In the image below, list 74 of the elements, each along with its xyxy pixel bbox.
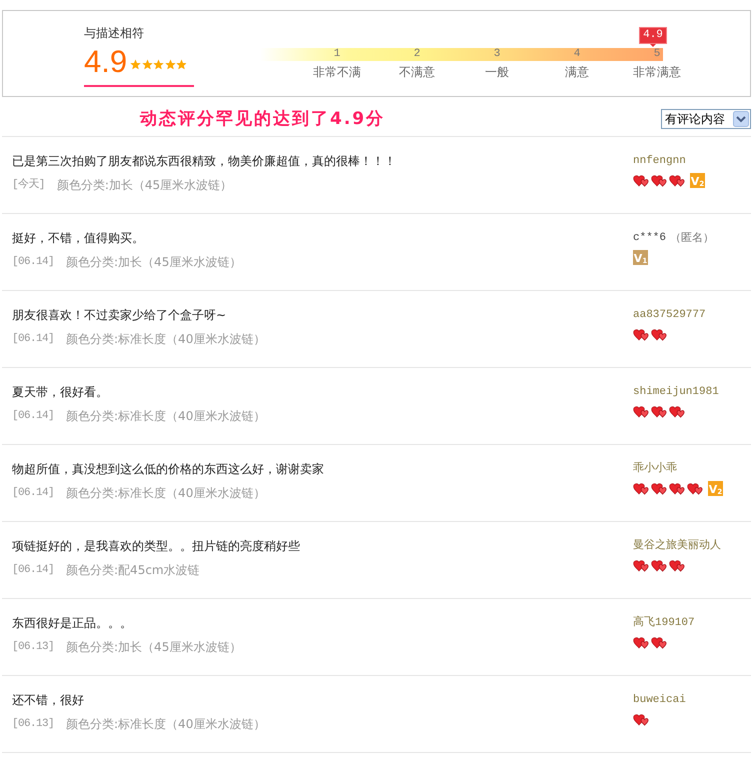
double-heart-icon <box>669 482 685 495</box>
scale-tick: 2 <box>412 48 422 61</box>
review-text: 项链挺好的，是我喜欢的类型。。扭片链的亮度稍好些 <box>12 539 301 553</box>
review-date: [06.14] <box>12 255 54 269</box>
star-icon <box>130 58 142 70</box>
review-text: 东西很好是正品。。。 <box>12 616 133 630</box>
double-heart-icon <box>633 328 649 341</box>
reviewer-name[interactable]: aa837529777 <box>633 309 706 321</box>
double-heart-icon <box>669 174 685 187</box>
double-heart-icon <box>651 482 667 495</box>
scale-label: 满意 <box>564 64 590 80</box>
double-heart-icon <box>633 482 649 495</box>
vip-badge: V$_{2}$ <box>708 481 723 496</box>
review-variant: 颜色分类:加长（45厘米水波链） <box>66 640 242 654</box>
scale-label: 非常不满 <box>312 64 362 80</box>
review-variant: 颜色分类:标准长度（40厘米水波链） <box>66 409 266 423</box>
review-text: 挺好，不错，值得购买。 <box>12 231 145 245</box>
reviewer-name[interactable]: 高飞199107 <box>633 617 695 629</box>
headline-text: 动态评分罕见的达到了4.9分 <box>140 109 386 129</box>
double-heart-icon <box>669 405 685 418</box>
reviewer-name: c***6 <box>633 232 666 244</box>
reviewer-name[interactable]: buweicai <box>633 694 686 706</box>
review-text: 物超所值，真没想到这么低的价格的东西这么好，谢谢卖家 <box>12 462 325 476</box>
reviewer-name[interactable]: 乖小小乖 <box>633 463 677 475</box>
review-variant: 颜色分类:加长（45厘米水波链） <box>56 178 232 192</box>
star-icon <box>142 58 153 70</box>
double-heart-icon <box>651 559 667 572</box>
filter-dropdown[interactable]: 有评论内容 <box>661 109 751 129</box>
double-heart-icon <box>633 559 649 572</box>
review-variant: 颜色分类:标准长度（40厘米水波链） <box>66 486 266 500</box>
review-text: 已是第三次拍购了朋友都说东西很精致，物美价廉超值，真的很棒！！！ <box>12 154 397 168</box>
scale-tick: 3 <box>492 48 502 61</box>
scale-tick: 5 <box>652 48 662 61</box>
review-date: [06.13] <box>12 640 54 654</box>
review-text: 夏天带，很好看。 <box>12 385 109 399</box>
review-variant: 颜色分类:标准长度（40厘米水波链） <box>66 717 266 731</box>
review-date: [06.14] <box>12 409 54 423</box>
reviewer-name[interactable]: shimeijun1981 <box>633 386 719 398</box>
rating-label: 与描述相符 <box>84 25 145 41</box>
anonymous-note: （匿名） <box>670 232 714 244</box>
rating-score: 4.9 <box>84 47 128 77</box>
double-heart-icon <box>633 636 649 649</box>
vip-badge: V$_{2}$ <box>690 173 705 188</box>
star-icon <box>153 58 164 70</box>
double-heart-icon <box>651 328 667 341</box>
double-heart-icon <box>651 405 667 418</box>
scale-label: 非常满意 <box>632 64 682 80</box>
review-date: [06.14] <box>12 486 54 500</box>
caret-icon <box>733 111 749 127</box>
double-heart-icon <box>669 559 685 572</box>
star-icon <box>176 58 188 70</box>
reviewer-name[interactable]: nnfengnn <box>633 155 686 167</box>
scale-label: 一般 <box>484 64 510 80</box>
double-heart-icon <box>651 636 667 649</box>
scale-tick: 1 <box>332 48 342 61</box>
double-heart-icon <box>687 482 703 495</box>
review-date: [06.13] <box>12 717 54 731</box>
double-heart-icon <box>633 713 649 726</box>
double-heart-icon <box>651 174 667 187</box>
reviewer-name[interactable]: 曼谷之旅美丽动人 <box>633 540 721 552</box>
review-date: [今天] <box>12 178 45 192</box>
scale-tick: 4 <box>572 48 582 61</box>
review-date: [06.14] <box>12 332 54 346</box>
review-text: 还不错，很好 <box>12 693 85 707</box>
star-icon <box>164 58 176 70</box>
vip-badge: V$_{1}$ <box>633 250 648 265</box>
review-text: 朋友很喜欢！不过卖家少给了个盒子呀~ <box>12 308 228 322</box>
double-heart-icon <box>633 174 649 187</box>
review-variant: 颜色分类:加长（45厘米水波链） <box>66 255 242 269</box>
review-variant: 颜色分类:配45cm水波链 <box>66 563 200 577</box>
scale-label: 不满意 <box>398 64 436 80</box>
review-variant: 颜色分类:标准长度（40厘米水波链） <box>66 332 266 346</box>
review-date: [06.14] <box>12 563 54 577</box>
double-heart-icon <box>633 405 649 418</box>
